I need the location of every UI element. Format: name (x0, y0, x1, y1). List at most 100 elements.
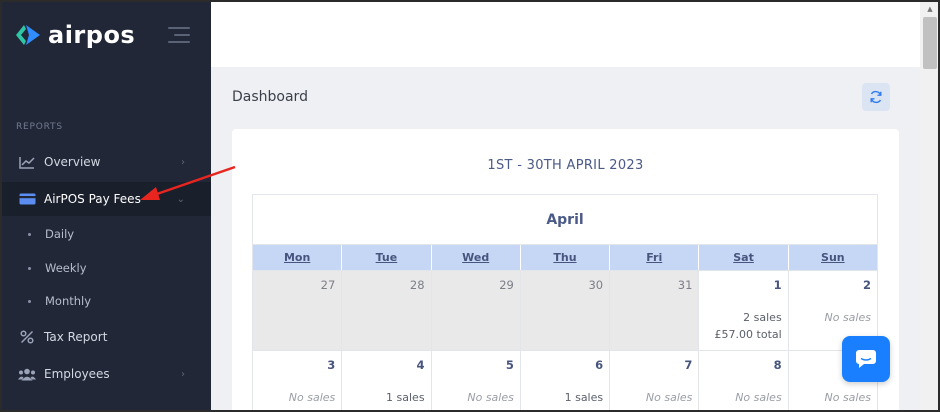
calendar-day-cell[interactable]: 6 1 sales £32.00 total (520, 351, 611, 410)
day-sales-count: No sales (735, 391, 782, 404)
day-number: 7 (684, 358, 693, 372)
sidebar: airpos REPORTS Overview › AirPOS Pay Fee… (2, 2, 211, 410)
day-number: 27 (320, 278, 336, 292)
scrollbar-thumb[interactable] (923, 17, 937, 69)
date-range-title: 1ST - 30TH APRIL 2023 (487, 158, 644, 173)
sidebar-item-label: Overview (44, 155, 101, 169)
airpos-logo-icon (16, 25, 40, 45)
section-label-reports: REPORTS (16, 122, 63, 132)
sales-calendar-card: 1ST - 30TH APRIL 2023 April Mon Tue Wed … (232, 129, 899, 410)
sidebar-subitem-label: Daily (45, 227, 75, 241)
day-number: 4 (416, 358, 425, 372)
calendar-day-cell[interactable]: 7 No sales (610, 351, 700, 410)
day-sales-summary: No sales (824, 309, 870, 326)
sidebar-item-label: AirPOS Pay Fees (44, 192, 141, 206)
chat-button[interactable] (842, 336, 890, 382)
users-icon (18, 367, 36, 381)
weekday-header-row: Mon Tue Wed Thu Fri Sat Sun (253, 245, 877, 270)
chat-bubble-icon (856, 350, 876, 368)
sidebar-subitem-weekly[interactable]: Weekly (2, 254, 211, 282)
weekday-header[interactable]: Sun (789, 245, 877, 270)
day-sales-summary: 1 sales £25.00 total (357, 389, 425, 410)
main-content: Dashboard 1ST - 30TH APRIL 2023 April Mo… (211, 2, 938, 410)
day-sales-summary: No sales (824, 389, 870, 406)
sidebar-subitem-label: Monthly (45, 294, 92, 308)
refresh-button[interactable] (862, 83, 890, 111)
calendar-day-cell[interactable]: 8 No sales (699, 351, 789, 410)
calendar-day-cell[interactable]: 1 2 sales £57.00 total (699, 271, 789, 350)
page-title: Dashboard (232, 89, 308, 105)
refresh-icon (870, 90, 882, 104)
day-sales-total: £57.00 total (714, 328, 782, 341)
sidebar-subitem-daily[interactable]: Daily (2, 220, 211, 248)
chevron-right-icon: › (181, 156, 185, 168)
day-sales-summary: No sales (646, 389, 692, 406)
day-sales-count: 1 sales (564, 391, 604, 404)
weekday-header[interactable]: Fri (610, 245, 700, 270)
weekday-header[interactable]: Thu (521, 245, 611, 270)
day-number: 29 (499, 278, 514, 292)
calendar-day-cell[interactable]: 29 (431, 271, 521, 350)
day-sales-summary: No sales (735, 389, 781, 406)
day-sales-count: No sales (288, 391, 336, 404)
sidebar-item-airpos-pay-fees[interactable]: AirPOS Pay Fees ⌄ (2, 182, 211, 216)
day-sales-count: No sales (467, 391, 514, 404)
calendar-day-cell[interactable]: 4 1 sales £25.00 total (342, 351, 432, 410)
sidebar-item-tax-report[interactable]: Tax Report (2, 320, 211, 354)
day-number: 1 (773, 278, 782, 292)
top-bar (211, 2, 920, 67)
calendar-day-cell[interactable]: 27 (253, 271, 343, 350)
day-sales-summary: No sales (289, 389, 335, 406)
bullet-icon (28, 266, 31, 270)
calendar-day-cell[interactable]: 3 No sales (253, 351, 343, 410)
day-number: 31 (677, 278, 693, 292)
day-sales-total: £25.00 total (357, 406, 424, 410)
day-sales-summary: 2 sales £57.00 total (715, 309, 782, 343)
sidebar-subitem-label: Weekly (45, 261, 87, 275)
page-scrollbar[interactable]: ▲ (920, 2, 938, 410)
day-sales-summary: No sales (467, 389, 513, 406)
calendar-month-label: April (253, 195, 877, 245)
chart-line-icon (18, 155, 36, 169)
day-sales-total: £32.00 total (536, 406, 603, 410)
day-number: 30 (588, 278, 604, 292)
sales-calendar: April Mon Tue Wed Thu Fri Sat Sun 27 28 29… (252, 194, 878, 410)
sidebar-item-employees[interactable]: Employees › (2, 357, 211, 391)
weekday-header[interactable]: Mon (253, 245, 343, 270)
sidebar-item-label: Tax Report (44, 330, 108, 344)
menu-toggle-icon[interactable] (168, 27, 190, 43)
logo-text: airpos (48, 21, 136, 49)
day-number: 8 (773, 358, 782, 372)
sidebar-subitem-monthly[interactable]: Monthly (2, 287, 211, 315)
day-sales-count: 1 sales (386, 391, 425, 404)
calendar-day-cell[interactable]: 30 (520, 271, 611, 350)
percent-icon (18, 330, 36, 344)
day-sales-count: No sales (645, 391, 693, 404)
calendar-day-cell[interactable]: 28 (342, 271, 432, 350)
app-logo[interactable]: airpos (14, 20, 135, 50)
weekday-header[interactable]: Wed (432, 245, 521, 270)
chevron-down-icon: ⌄ (176, 193, 185, 205)
bullet-icon (28, 232, 31, 236)
sidebar-item-overview[interactable]: Overview › (2, 145, 211, 179)
bullet-icon (28, 299, 31, 303)
weekday-header[interactable]: Tue (342, 245, 432, 270)
day-number: 5 (505, 358, 514, 372)
day-sales-count: 2 sales (743, 311, 782, 324)
day-number: 2 (862, 278, 871, 292)
calendar-weeks: 27 28 29 30 31 1 2 sales £57.00 total 2 No sales 3… (253, 270, 877, 410)
scroll-up-arrow-icon[interactable]: ▲ (920, 2, 938, 16)
day-sales-summary: 1 sales £32.00 total (536, 389, 604, 410)
calendar-week-row: 3 No sales 4 1 sales £25.00 total 5 No sales 6 1… (253, 350, 877, 410)
day-sales-count: No sales (824, 391, 871, 404)
day-sales-count: No sales (824, 311, 871, 324)
weekday-header[interactable]: Sat (699, 245, 789, 270)
sidebar-item-label: Employees (44, 367, 110, 381)
calendar-day-cell[interactable]: 5 No sales (431, 351, 521, 410)
day-number: 3 (327, 358, 336, 372)
day-number: 28 (409, 278, 425, 292)
calendar-week-row: 27 28 29 30 31 1 2 sales £57.00 total 2 No sales (253, 270, 877, 350)
app-window: airpos REPORTS Overview › AirPOS Pay Fee… (0, 0, 940, 412)
chevron-right-icon: › (181, 368, 185, 380)
calendar-day-cell[interactable]: 31 (610, 271, 700, 350)
